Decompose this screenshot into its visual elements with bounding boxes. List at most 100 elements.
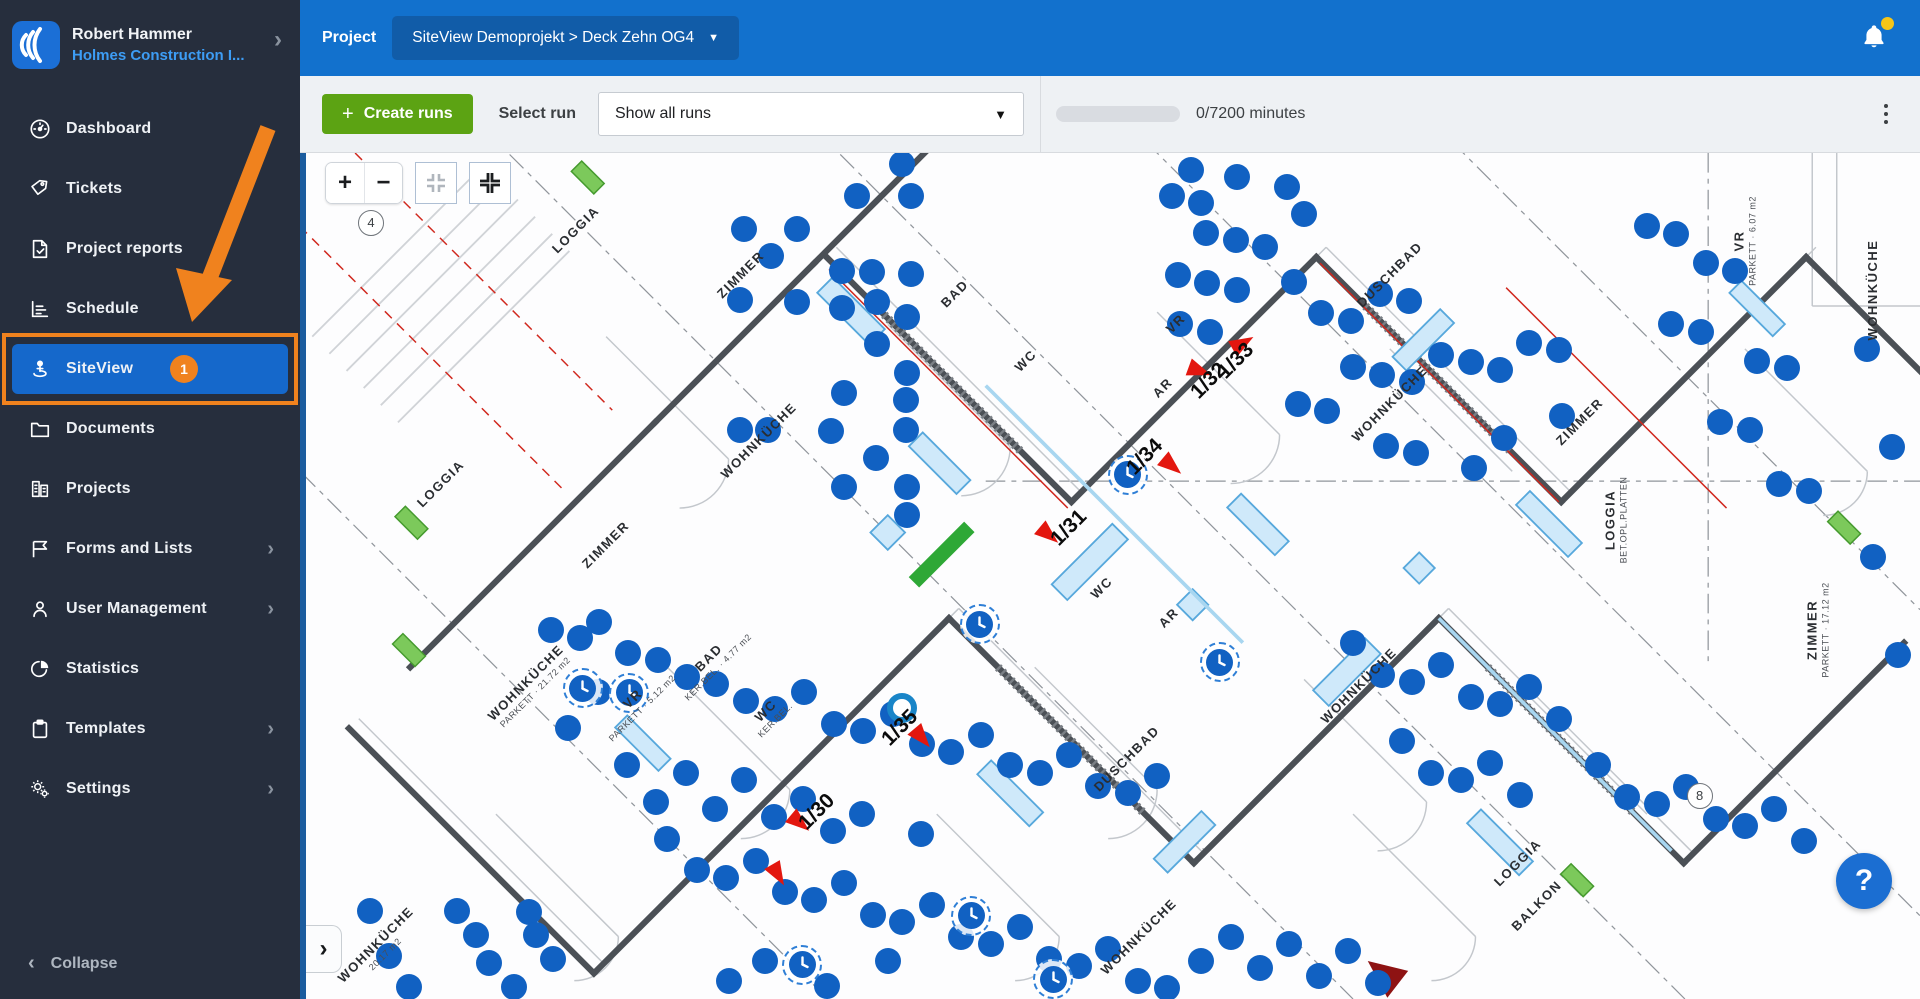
capture-point-marker[interactable] — [1791, 828, 1817, 854]
capture-point-marker[interactable] — [1516, 330, 1542, 356]
pending-capture-clock-marker[interactable] — [1200, 642, 1240, 682]
capture-point-marker[interactable] — [1396, 288, 1422, 314]
capture-point-marker[interactable] — [1274, 174, 1300, 200]
capture-point-marker[interactable] — [829, 295, 855, 321]
sidebar-item-documents[interactable]: Documents — [12, 404, 288, 454]
capture-point-marker[interactable] — [538, 617, 564, 643]
capture-point-marker[interactable] — [863, 445, 889, 471]
capture-point-marker[interactable] — [1403, 440, 1429, 466]
capture-point-marker[interactable] — [831, 380, 857, 406]
capture-point-marker[interactable] — [1276, 931, 1302, 957]
capture-point-marker[interactable] — [864, 289, 890, 315]
zoom-out-button[interactable]: − — [364, 163, 402, 203]
capture-point-marker[interactable] — [1369, 362, 1395, 388]
capture-point-marker[interactable] — [476, 950, 502, 976]
sidebar-item-projects[interactable]: Projects — [12, 464, 288, 514]
capture-point-marker[interactable] — [1338, 308, 1364, 334]
capture-point-marker[interactable] — [889, 153, 915, 177]
capture-point-marker[interactable] — [1761, 796, 1787, 822]
capture-point-marker[interactable] — [516, 899, 542, 925]
capture-point-marker[interactable] — [1860, 544, 1886, 570]
capture-point-marker[interactable] — [643, 789, 669, 815]
sidebar-item-siteview[interactable]: SiteView1 — [12, 344, 288, 394]
capture-point-marker[interactable] — [1223, 227, 1249, 253]
capture-point-marker[interactable] — [1188, 948, 1214, 974]
capture-point-marker[interactable] — [1737, 417, 1763, 443]
capture-point-marker[interactable] — [1458, 684, 1484, 710]
capture-point-marker[interactable] — [1115, 780, 1141, 806]
capture-point-marker[interactable] — [1707, 409, 1733, 435]
capture-point-marker[interactable] — [1306, 963, 1332, 989]
capture-point-marker[interactable] — [821, 711, 847, 737]
sidebar-item-schedule[interactable]: Schedule — [12, 284, 288, 334]
capture-point-marker[interactable] — [801, 887, 827, 913]
capture-point-marker[interactable] — [860, 902, 886, 928]
siteview-map[interactable]: 1/321/331/341/311/351/30LOGGIAZIMMERBADW… — [300, 153, 1920, 999]
capture-point-marker[interactable] — [1774, 355, 1800, 381]
capture-point-marker[interactable] — [1197, 319, 1223, 345]
sidebar-item-dashboard[interactable]: Dashboard — [12, 104, 288, 154]
capture-point-marker[interactable] — [761, 804, 787, 830]
sidebar-item-forms-and-lists[interactable]: Forms and Lists› — [12, 524, 288, 574]
sidebar-item-user-management[interactable]: User Management› — [12, 584, 288, 634]
capture-point-marker[interactable] — [1658, 311, 1684, 337]
capture-point-marker[interactable] — [1448, 767, 1474, 793]
capture-point-marker[interactable] — [1879, 434, 1905, 460]
capture-point-marker[interactable] — [894, 474, 920, 500]
capture-point-marker[interactable] — [1428, 652, 1454, 678]
capture-point-marker[interactable] — [1428, 342, 1454, 368]
capture-point-marker[interactable] — [1193, 220, 1219, 246]
capture-point-marker[interactable] — [829, 258, 855, 284]
capture-point-marker[interactable] — [1614, 784, 1640, 810]
capture-point-marker[interactable] — [850, 718, 876, 744]
capture-point-marker[interactable] — [831, 870, 857, 896]
capture-point-marker[interactable] — [444, 898, 470, 924]
capture-point-marker[interactable] — [1644, 791, 1670, 817]
capture-point-marker[interactable] — [978, 931, 1004, 957]
capture-point-marker[interactable] — [898, 183, 924, 209]
capture-point-marker[interactable] — [1732, 813, 1758, 839]
capture-point-marker[interactable] — [1335, 938, 1361, 964]
capture-point-marker[interactable] — [1516, 674, 1542, 700]
capture-point-marker[interactable] — [1703, 806, 1729, 832]
capture-point-marker[interactable] — [859, 259, 885, 285]
capture-point-marker[interactable] — [831, 474, 857, 500]
toolbar-menu-button[interactable] — [1878, 98, 1894, 130]
capture-point-marker[interactable] — [1188, 190, 1214, 216]
pending-capture-clock-marker[interactable] — [951, 896, 991, 936]
capture-point-marker[interactable] — [1399, 669, 1425, 695]
capture-point-marker[interactable] — [1007, 914, 1033, 940]
capture-point-marker[interactable] — [1224, 164, 1250, 190]
capture-point-marker[interactable] — [1885, 642, 1911, 668]
capture-point-marker[interactable] — [1389, 728, 1415, 754]
capture-point-marker[interactable] — [1340, 354, 1366, 380]
create-runs-button[interactable]: + Create runs — [322, 94, 473, 134]
capture-point-marker[interactable] — [396, 974, 422, 999]
capture-point-marker[interactable] — [849, 801, 875, 827]
capture-point-marker[interactable] — [908, 821, 934, 847]
zoom-in-button[interactable]: + — [326, 163, 364, 203]
capture-point-marker[interactable] — [1663, 221, 1689, 247]
help-button[interactable]: ? — [1836, 853, 1892, 909]
capture-point-marker[interactable] — [673, 760, 699, 786]
capture-point-marker[interactable] — [1144, 763, 1170, 789]
capture-point-marker[interactable] — [1796, 478, 1822, 504]
expand-panel-button[interactable]: › — [306, 925, 342, 973]
capture-point-marker[interactable] — [752, 948, 778, 974]
capture-point-marker[interactable] — [894, 502, 920, 528]
capture-point-marker[interactable] — [1285, 391, 1311, 417]
capture-point-marker[interactable] — [615, 640, 641, 666]
project-selector[interactable]: SiteView Demoprojekt > Deck Zehn OG4 ▼ — [392, 16, 739, 60]
collapse-button[interactable]: ‹ Collapse — [12, 942, 133, 985]
capture-point-marker[interactable] — [784, 216, 810, 242]
sidebar-item-templates[interactable]: Templates› — [12, 704, 288, 754]
capture-point-marker[interactable] — [463, 922, 489, 948]
capture-point-marker[interactable] — [968, 722, 994, 748]
capture-point-marker[interactable] — [893, 387, 919, 413]
capture-point-marker[interactable] — [1218, 924, 1244, 950]
capture-point-marker[interactable] — [1291, 201, 1317, 227]
capture-point-marker[interactable] — [731, 767, 757, 793]
capture-point-marker[interactable] — [938, 739, 964, 765]
capture-point-marker[interactable] — [894, 360, 920, 386]
pending-capture-clock-marker[interactable] — [1033, 959, 1073, 999]
